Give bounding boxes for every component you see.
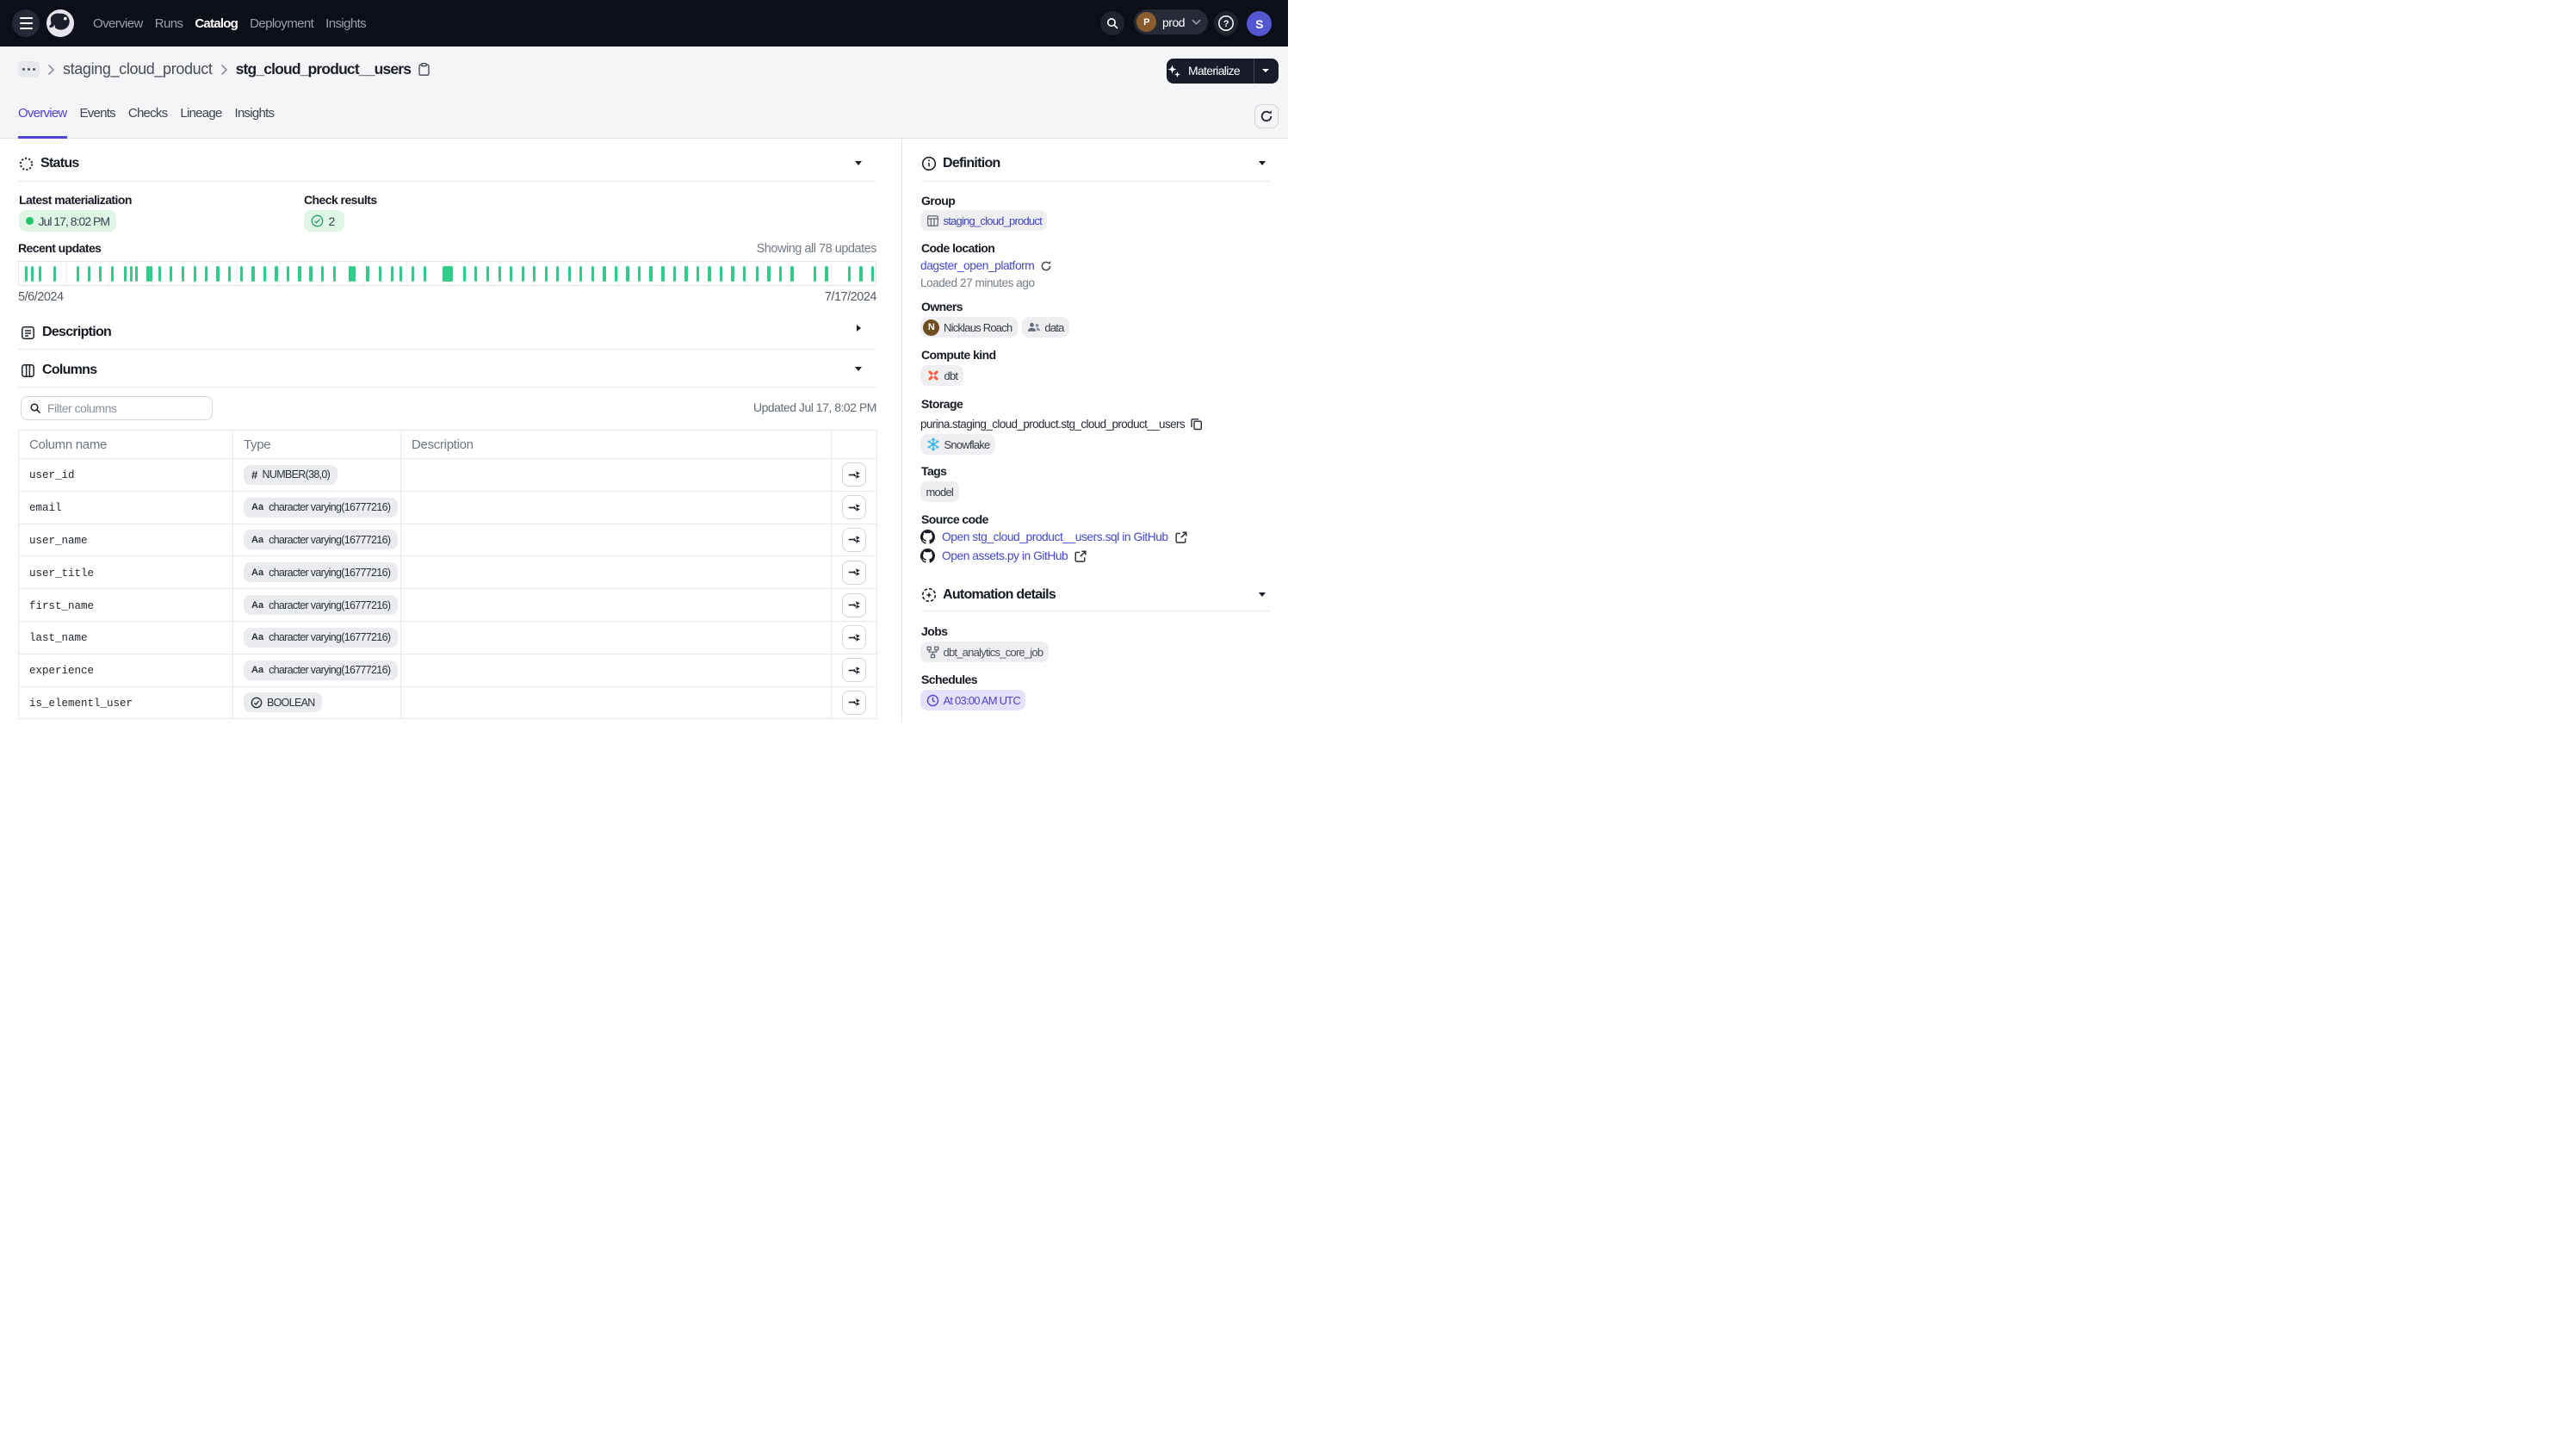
svg-text:?: ?	[1223, 19, 1229, 29]
